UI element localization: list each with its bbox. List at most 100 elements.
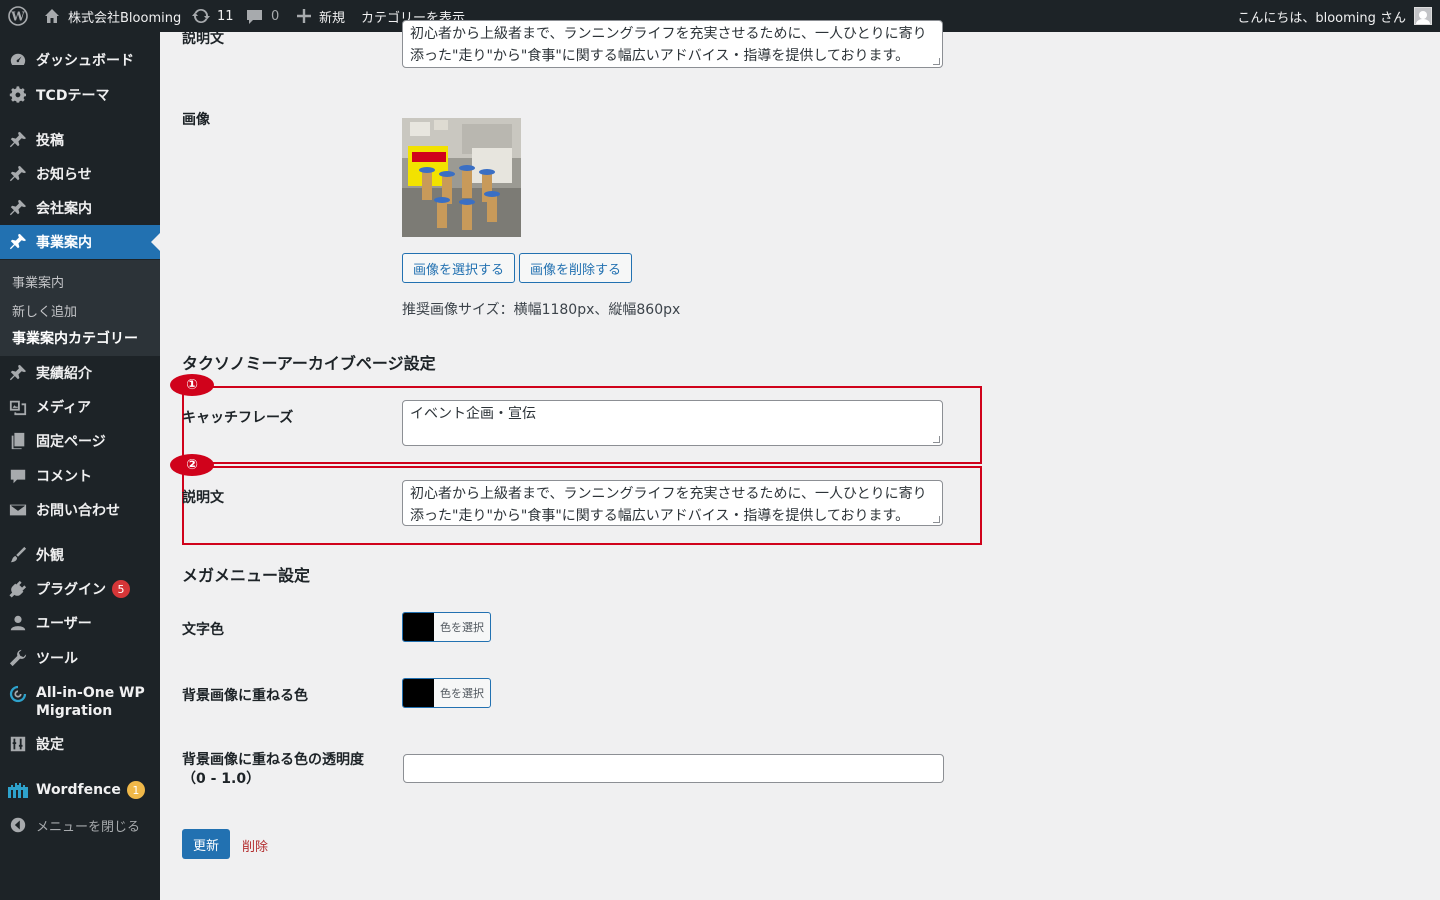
sidebar-item-business[interactable]: 事業案内 — [0, 225, 160, 259]
submenu-item-add-new[interactable]: 新しく追加 — [12, 301, 77, 320]
gear-icon — [9, 86, 27, 103]
sidebar-item-label: 設定 — [36, 737, 64, 753]
catchphrase-label: キャッチフレーズ — [182, 410, 294, 426]
description-label: 説明文 — [182, 490, 224, 506]
sidebar-item-label: お知らせ — [36, 167, 92, 183]
collapse-menu-button[interactable]: メニューを閉じる — [0, 808, 160, 842]
sidebar-item-pages[interactable]: 固定ページ — [0, 424, 160, 458]
bg-overlay-color-picker[interactable]: 色を選択 — [402, 678, 491, 708]
catchphrase-textarea[interactable]: イベント企画・宣伝 — [402, 400, 943, 446]
sidebar-item-label: ユーザー — [36, 616, 92, 632]
text-color-label: 文字色 — [182, 622, 224, 638]
sidebar-item-label: ダッシュボード — [36, 53, 134, 69]
image-label: 画像 — [182, 112, 210, 128]
description-textarea[interactable]: 初心者から上級者まで、ランニングライフを充実させるために、一人ひとりに寄り添った… — [402, 480, 943, 526]
sidebar-item-label: 投稿 — [36, 133, 64, 149]
image-size-note: 推奨画像サイズ：横幅1180px、縦幅860px — [402, 302, 681, 318]
sidebar-item-label: メニューを閉じる — [36, 819, 141, 835]
refresh-icon — [192, 8, 210, 24]
sidebar-item-label: プラグイン — [36, 582, 106, 598]
wrench-icon — [9, 649, 27, 667]
sidebar-item-posts[interactable]: 投稿 — [0, 123, 160, 157]
site-name-link[interactable]: 株式会社Blooming — [44, 0, 181, 32]
sidebar-item-tcd-theme[interactable]: TCDテーマ — [0, 78, 160, 112]
sidebar-item-label: All-in-One WP Migration — [36, 685, 145, 719]
sidebar-item-label: お問い合わせ — [36, 503, 120, 519]
comments-count: 0 — [271, 8, 280, 24]
pushpin-icon — [9, 131, 27, 148]
updates-count: 11 — [217, 8, 234, 24]
resize-handle[interactable] — [933, 516, 940, 523]
sidebar-item-dashboard[interactable]: ダッシュボード — [0, 43, 160, 77]
select-image-button[interactable]: 画像を選択する — [402, 253, 515, 283]
delete-link[interactable]: 削除 — [242, 836, 268, 855]
sidebar-item-users[interactable]: ユーザー — [0, 606, 160, 640]
sidebar-item-comments[interactable]: コメント — [0, 459, 160, 493]
wordfence-alert-badge: 1 — [126, 781, 145, 799]
update-button[interactable]: 更新 — [182, 829, 230, 859]
pushpin-icon — [9, 199, 27, 216]
sidebar-item-all-in-one-migration[interactable]: All-in-One WP Migration — [0, 676, 160, 722]
sidebar-item-tools[interactable]: ツール — [0, 641, 160, 675]
category-image-thumbnail — [402, 118, 521, 237]
submenu-item-business-category[interactable]: 事業案内カテゴリー — [12, 328, 138, 348]
sidebar-item-appearance[interactable]: 外観 — [0, 538, 160, 572]
sidebar-item-plugins[interactable]: プラグイン 5 — [0, 572, 160, 606]
taxonomy-section-title: タクソノミーアーカイブページ設定 — [182, 354, 436, 373]
comment-bubble-icon — [10, 469, 26, 484]
plugin-icon — [9, 580, 27, 598]
delete-image-button[interactable]: 画像を削除する — [519, 253, 632, 283]
new-content-link[interactable]: 新規 — [297, 0, 345, 32]
sidebar-item-contact[interactable]: お問い合わせ — [0, 493, 160, 527]
bg-overlay-color-label: 背景画像に重ねる色 — [182, 688, 308, 704]
sidebar-item-settings[interactable]: 設定 — [0, 727, 160, 761]
user-icon — [10, 615, 26, 631]
main-content: 説明文 初心者から上級者まで、ランニングライフを充実させるために、一人ひとりに寄… — [160, 20, 1440, 900]
color-select-label: 色を選択 — [440, 687, 484, 700]
migration-icon — [9, 685, 27, 703]
color-select-label: 色を選択 — [440, 621, 484, 634]
media-icon — [9, 400, 27, 416]
sidebar-item-wordfence[interactable]: Wordfence 1 — [0, 773, 160, 807]
pushpin-icon — [9, 233, 27, 250]
envelope-icon — [9, 504, 27, 516]
sidebar-item-label: ツール — [36, 651, 78, 667]
dashboard-gauge-icon — [10, 53, 26, 65]
svg-text:W: W — [10, 10, 25, 24]
sidebar-item-media[interactable]: メディア — [0, 390, 160, 424]
color-swatch — [403, 679, 434, 707]
site-name: 株式会社Blooming — [68, 10, 182, 26]
opacity-input[interactable] — [403, 754, 944, 783]
comment-bubble-icon — [247, 9, 262, 24]
sidebar-item-label: Wordfence — [36, 782, 121, 798]
plugins-update-badge: 5 — [112, 580, 130, 598]
sidebar-item-label: 固定ページ — [36, 434, 106, 450]
new-label: 新規 — [319, 10, 346, 26]
text-color-picker[interactable]: 色を選択 — [402, 612, 491, 642]
sidebar-item-label: 実績紹介 — [36, 366, 92, 382]
sidebar-item-label: 会社案内 — [36, 201, 92, 217]
business-submenu: 事業案内 新しく追加 事業案内カテゴリー — [0, 260, 160, 356]
sidebar-item-label: メディア — [36, 400, 92, 416]
collapse-arrow-icon — [10, 817, 26, 833]
sidebar-item-label: TCDテーマ — [36, 88, 110, 104]
annotation-marker-2: ② — [170, 454, 214, 476]
pushpin-icon — [9, 364, 27, 381]
wordpress-logo-icon[interactable]: W — [8, 0, 28, 32]
top-description-label: 説明文 — [182, 31, 224, 47]
wordfence-castle-icon — [8, 783, 28, 798]
home-icon — [45, 9, 59, 23]
my-account-link[interactable]: こんにちは、blooming さん — [1237, 0, 1432, 32]
settings-sliders-icon — [10, 736, 26, 752]
sidebar-item-works[interactable]: 実績紹介 — [0, 356, 160, 390]
resize-handle[interactable] — [933, 436, 940, 443]
comments-link[interactable]: 0 — [246, 0, 279, 32]
sidebar-item-news[interactable]: お知らせ — [0, 157, 160, 191]
sidebar-item-company[interactable]: 会社案内 — [0, 191, 160, 225]
submenu-item-business-list[interactable]: 事業案内 — [12, 272, 64, 291]
top-description-textarea[interactable]: 初心者から上級者まで、ランニングライフを充実させるために、一人ひとりに寄り添った… — [402, 20, 943, 68]
sidebar-item-label: 事業案内 — [36, 235, 92, 251]
resize-handle[interactable] — [933, 58, 940, 65]
pushpin-icon — [9, 165, 27, 182]
color-swatch — [403, 613, 434, 641]
